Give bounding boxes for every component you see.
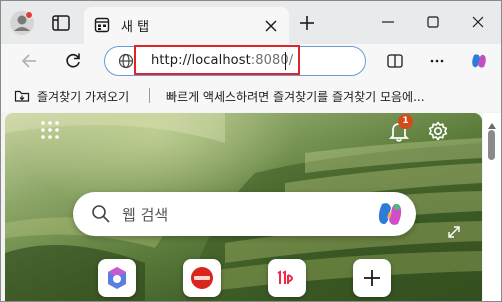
- import-favorites-button[interactable]: 즐겨찾기 가져오기: [37, 88, 129, 105]
- quick-link-11st[interactable]: [268, 259, 306, 297]
- title-bar: 새 탭: [1, 1, 501, 44]
- divider: [149, 88, 150, 103]
- favorites-bar: 즐겨찾기 가져오기 빠르게 액세스하려면 즐겨찾기를 즐겨찾기 모음에...: [1, 79, 501, 112]
- favorites-hint-text: 빠르게 액세스하려면 즐겨찾기를 즐겨찾기 모음에...: [166, 90, 425, 104]
- reload-icon[interactable]: [63, 51, 83, 71]
- scrollbar-thumb[interactable]: [488, 130, 495, 160]
- notification-count-badge: 1: [398, 114, 413, 129]
- globe-icon[interactable]: [118, 53, 134, 69]
- tab-new-tab[interactable]: 새 탭: [84, 7, 289, 44]
- tab-actions-icon[interactable]: [49, 11, 73, 35]
- search-icon: [91, 204, 111, 224]
- url-port: :8080/: [250, 53, 294, 68]
- apps-grid-icon[interactable]: [39, 119, 61, 141]
- minimize-icon[interactable]: [377, 11, 399, 33]
- new-tab-page: 1 웹 검색: [5, 113, 482, 301]
- back-icon[interactable]: [19, 51, 39, 71]
- close-icon[interactable]: [467, 11, 489, 33]
- url-text[interactable]: http://localhost:8080/: [151, 53, 293, 68]
- search-placeholder: 웹 검색: [122, 206, 169, 224]
- new-tab-favicon: [94, 17, 110, 33]
- web-search-box[interactable]: 웹 검색: [73, 192, 416, 236]
- close-icon[interactable]: [264, 18, 278, 32]
- quick-link-m365[interactable]: [98, 259, 136, 297]
- 11st-icon: [277, 270, 293, 284]
- site-icon: [191, 267, 213, 289]
- gear-icon[interactable]: [427, 120, 449, 142]
- quick-link-site[interactable]: [183, 259, 221, 297]
- profile-icon[interactable]: [9, 10, 35, 36]
- url-host: http://localhost: [151, 53, 251, 68]
- add-icon[interactable]: [297, 13, 317, 33]
- browser-window: 새 탭 http://localhost:8080/ 즐겨찾기 가져오기 빠르게…: [0, 0, 502, 302]
- text-caret: [285, 52, 286, 70]
- vertical-scrollbar[interactable]: [483, 113, 501, 301]
- expand-icon[interactable]: [446, 224, 462, 240]
- m365-icon: [108, 267, 126, 289]
- navigation-toolbar: http://localhost:8080/: [1, 44, 501, 79]
- folder-import-icon[interactable]: [14, 88, 30, 104]
- add-shortcut-button[interactable]: [353, 259, 391, 297]
- more-icon[interactable]: [428, 52, 446, 70]
- tab-title: 새 탭: [121, 20, 150, 35]
- scroll-up-icon[interactable]: [487, 115, 497, 129]
- split-screen-icon[interactable]: [386, 52, 404, 70]
- copilot-icon[interactable]: [375, 199, 405, 229]
- add-shortcut-icon: [364, 270, 380, 286]
- copilot-icon[interactable]: [470, 52, 488, 70]
- maximize-icon[interactable]: [422, 11, 444, 33]
- address-bar[interactable]: http://localhost:8080/: [104, 45, 366, 76]
